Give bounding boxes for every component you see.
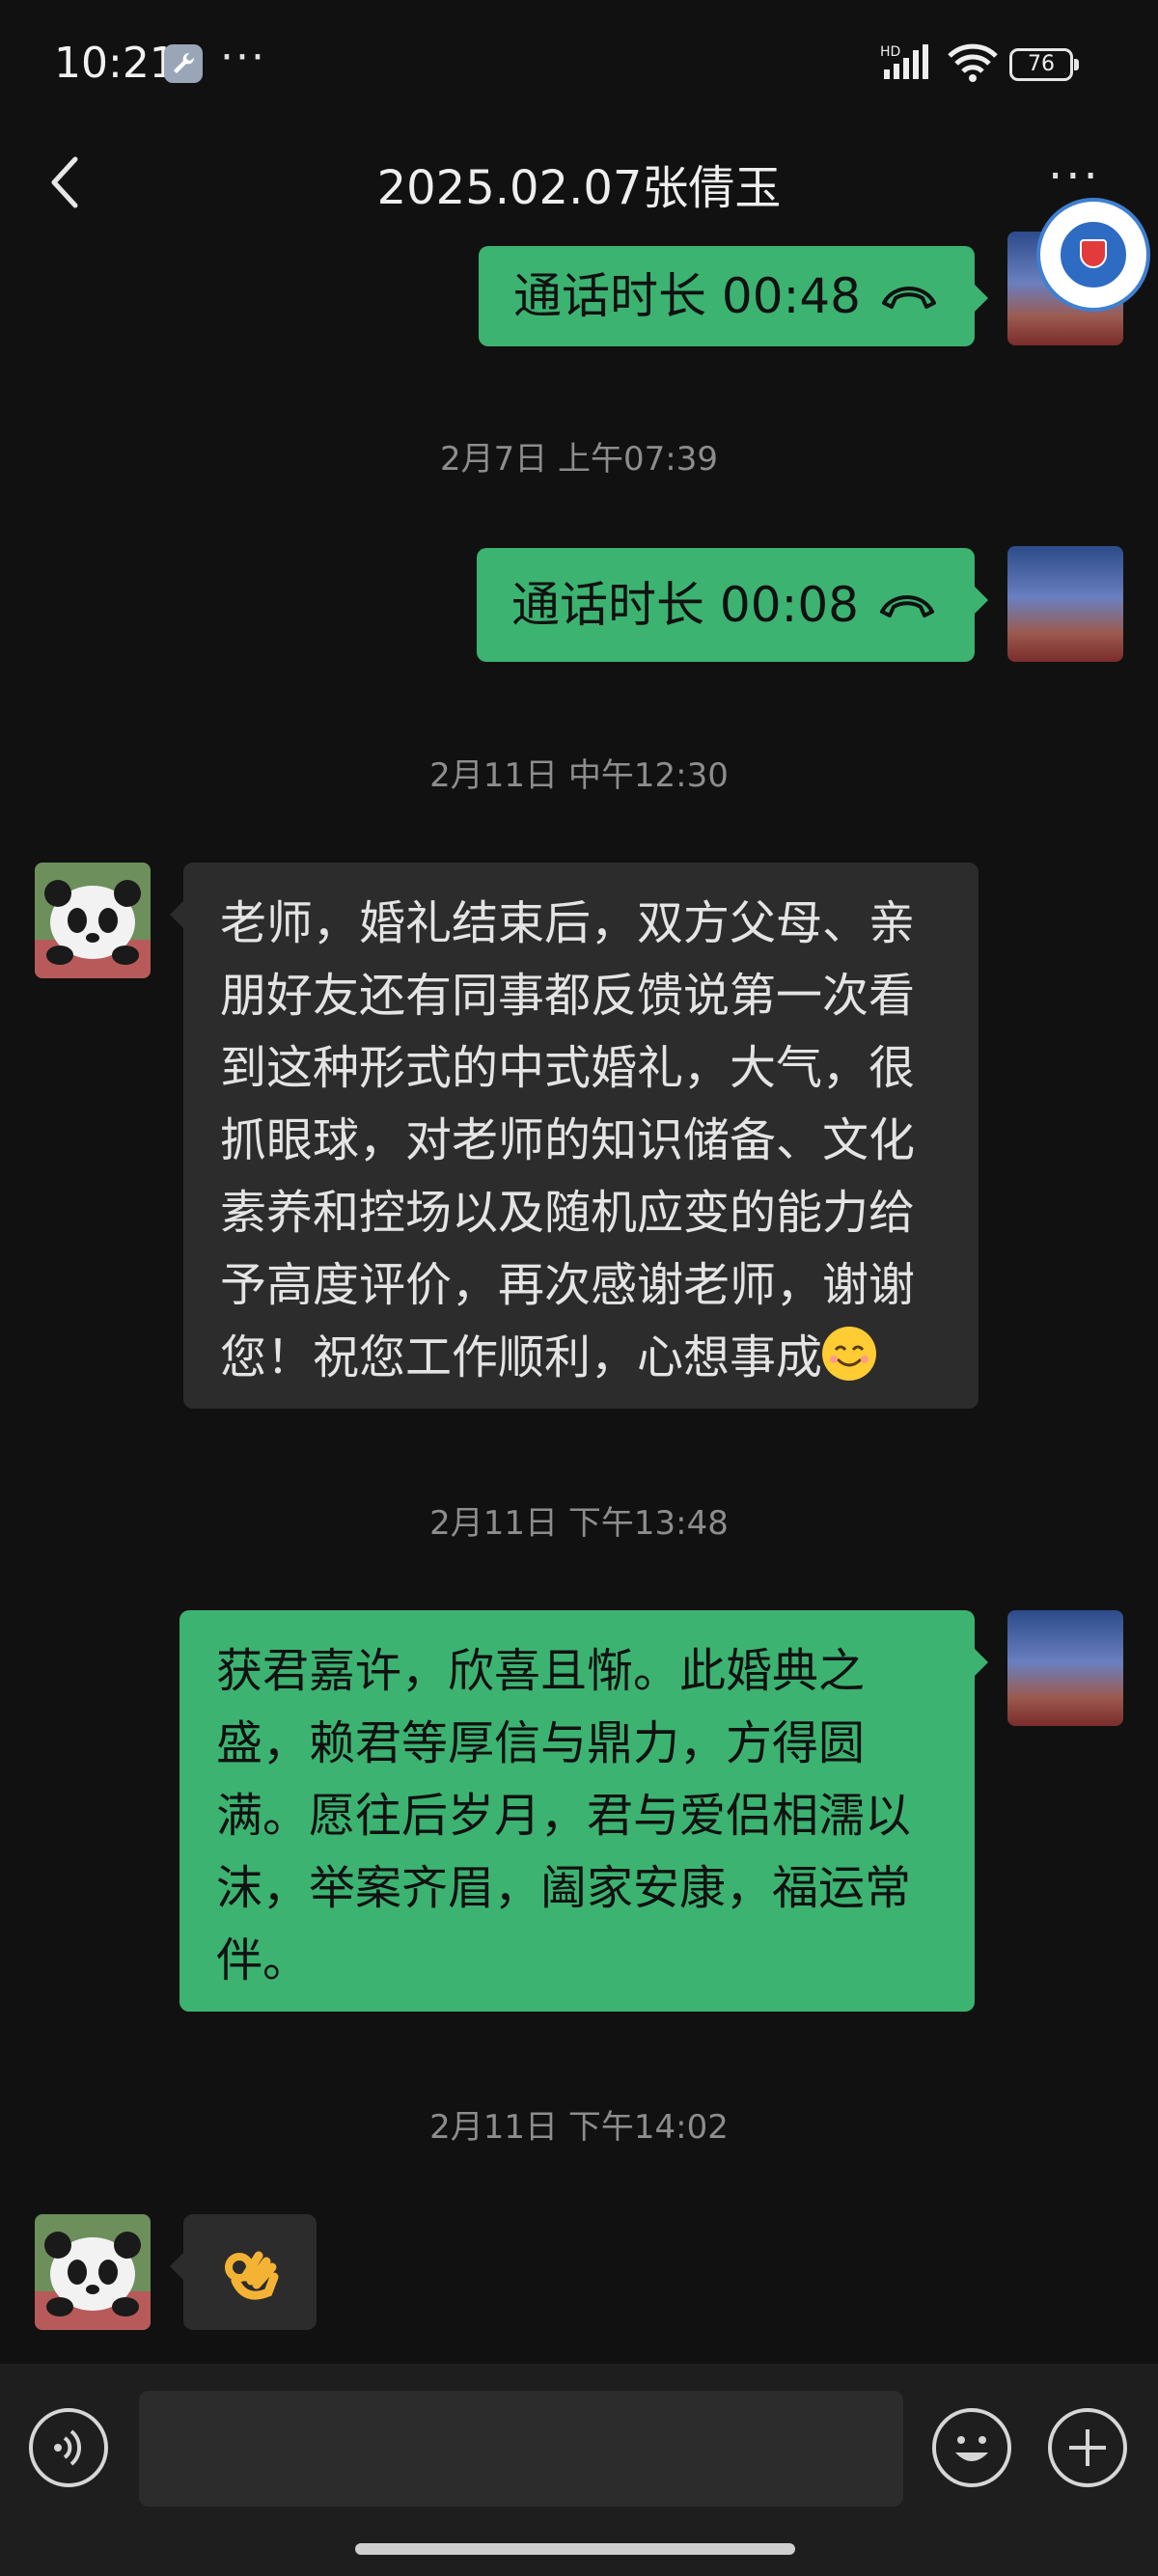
call-record-bubble[interactable]: 通话时长 00:48 bbox=[479, 246, 988, 346]
wifi-icon bbox=[946, 42, 1000, 87]
message-line: 到这种形式的中式婚礼，大气，很 bbox=[220, 1041, 916, 1095]
message-line-last: 您！祝您工作顺利，心想事成 bbox=[220, 1322, 942, 1394]
timestamp: 2月7日 上午07:39 bbox=[439, 440, 719, 479]
message-line: 朋好友还有同事都反馈说第一次看 bbox=[220, 969, 916, 1023]
emblem-shield bbox=[1080, 239, 1107, 268]
emblem-inner bbox=[1058, 219, 1129, 290]
status-more-icon: ··· bbox=[220, 33, 266, 82]
outgoing-message-bubble[interactable]: 获君嘉许，欣喜且惭。此婚典之 盛，赖君等厚信与鼎力，方得圆 满。愿往后岁月，君与… bbox=[179, 1610, 988, 2012]
more-options-icon[interactable]: ··· bbox=[1048, 150, 1101, 204]
smiling-face-emoji-icon bbox=[822, 1327, 877, 1381]
incoming-message-bubble[interactable]: 老师，婚礼结束后，双方父母、亲 朋好友还有同事都反馈说第一次看 到这种形式的中式… bbox=[170, 863, 979, 1409]
my-avatar[interactable] bbox=[1007, 1610, 1123, 1726]
chat-title: 2025.02.07张倩玉 bbox=[376, 161, 782, 215]
phone-hangup-icon bbox=[880, 595, 934, 617]
home-indicator[interactable] bbox=[355, 2543, 795, 2555]
message-line: 满。愿往后岁月，君与爱侣相濡以 bbox=[216, 1789, 912, 1843]
chat-header: 2025.02.07张倩玉 ··· bbox=[0, 130, 1158, 246]
call-duration-text: 通话时长 00:08 bbox=[511, 576, 859, 633]
contact-avatar[interactable] bbox=[35, 863, 151, 978]
incoming-emoji-bubble[interactable] bbox=[170, 2214, 317, 2330]
svg-text:HD: HD bbox=[880, 44, 900, 60]
message-line: 素养和控场以及随机应变的能力给 bbox=[220, 1186, 916, 1240]
wrench-icon bbox=[164, 44, 203, 83]
message-input[interactable] bbox=[139, 2391, 903, 2507]
police-emblem-badge bbox=[1036, 198, 1150, 312]
call-duration-text: 通话时长 00:48 bbox=[513, 267, 861, 324]
message-line: 予高度评价，再次感谢老师，谢谢 bbox=[220, 1258, 916, 1312]
chat-input-bar bbox=[0, 2364, 1158, 2576]
timestamp: 2月11日 中午12:30 bbox=[429, 756, 729, 795]
call-record-bubble[interactable]: 通话时长 00:08 bbox=[477, 548, 988, 662]
signal-icon: HD bbox=[880, 42, 938, 85]
message-line: 获君嘉许，欣喜且惭。此婚典之 bbox=[216, 1644, 866, 1698]
status-bar: 10:21 ··· HD 76 bbox=[0, 0, 1158, 130]
message-line: 伴。 bbox=[216, 1933, 310, 1987]
ok-hand-emoji-icon bbox=[225, 2251, 279, 2300]
message-line: 抓眼球，对老师的知识储备、文化 bbox=[220, 1113, 916, 1167]
timestamp: 2月11日 下午13:48 bbox=[429, 1504, 729, 1543]
message-line: 老师，婚礼结束后，双方父母、亲 bbox=[220, 896, 916, 950]
plus-icon[interactable] bbox=[1048, 2408, 1127, 2487]
timestamp: 2月11日 下午14:02 bbox=[429, 2108, 729, 2147]
phone-hangup-icon bbox=[882, 287, 936, 309]
message-line: 您！祝您工作顺利，心想事成 bbox=[220, 1330, 823, 1384]
status-time: 10:21 bbox=[54, 39, 177, 88]
my-avatar[interactable] bbox=[1007, 546, 1123, 662]
message-line: 盛，赖君等厚信与鼎力，方得圆 bbox=[216, 1716, 866, 1770]
voice-input-icon[interactable] bbox=[29, 2408, 108, 2487]
contact-avatar[interactable] bbox=[35, 2214, 151, 2330]
battery-icon: 76 bbox=[1009, 48, 1079, 81]
message-line: 沫，举案齐眉，阖家安康，福运常 bbox=[216, 1861, 912, 1915]
emoji-icon[interactable] bbox=[932, 2408, 1011, 2487]
